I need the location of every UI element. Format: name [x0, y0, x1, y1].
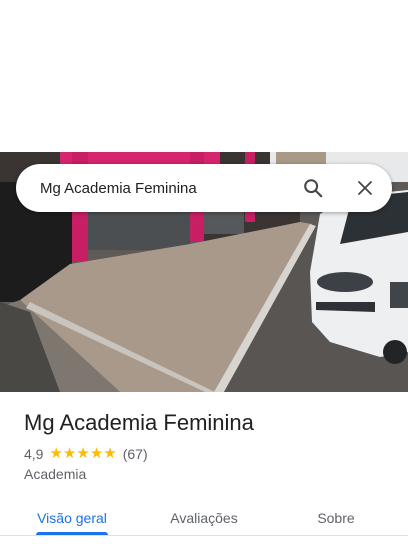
- blank-header-area: [0, 0, 408, 152]
- tabs-divider: [0, 535, 408, 536]
- star-icon: ★: [49, 445, 63, 462]
- rating-value: 4,9: [24, 446, 44, 462]
- star-icon: ★: [76, 445, 90, 462]
- search-input[interactable]: Mg Academia Feminina: [40, 180, 300, 197]
- tab-about[interactable]: Sobre: [296, 500, 376, 536]
- star-icon: ★: [89, 445, 104, 462]
- search-bar[interactable]: Mg Academia Feminina: [16, 164, 392, 212]
- star-icon: ★: [62, 445, 77, 462]
- place-category[interactable]: Academia: [24, 466, 86, 482]
- tab-overview[interactable]: Visão geral: [24, 500, 120, 536]
- rating-stars: ★ ★ ★ ★ ★: [49, 445, 117, 462]
- search-icon[interactable]: [300, 175, 326, 201]
- rating-row[interactable]: 4,9 ★ ★ ★ ★ ★ (67): [24, 446, 148, 462]
- close-icon[interactable]: [352, 175, 378, 201]
- place-tabs: Visão geral Avaliações Sobre: [0, 500, 408, 536]
- review-count[interactable]: (67): [123, 446, 148, 462]
- place-info-panel: Mg Academia Feminina 4,9 ★ ★ ★ ★ ★ (67) …: [0, 392, 408, 544]
- tab-reviews[interactable]: Avaliações: [150, 500, 258, 536]
- star-icon: ★: [103, 445, 117, 462]
- place-title: Mg Academia Feminina: [24, 410, 254, 435]
